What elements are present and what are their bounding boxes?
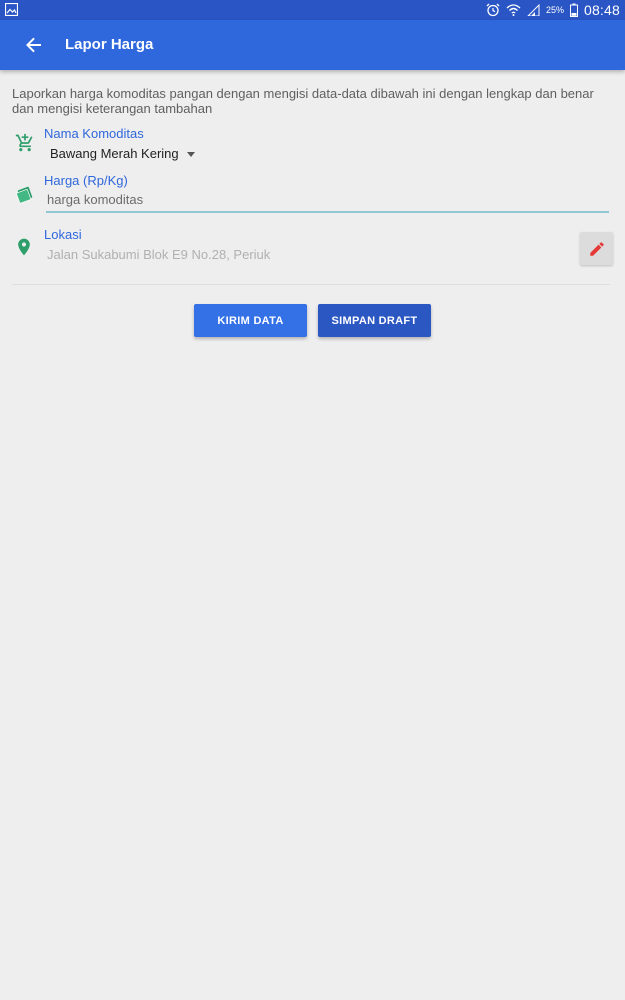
page-title: Lapor Harga [65, 36, 154, 53]
wifi-icon [506, 4, 521, 16]
clock: 08:48 [583, 2, 620, 18]
cart-add-icon [15, 133, 33, 152]
app-bar: Lapor Harga [0, 20, 625, 70]
location-pin-icon [18, 238, 30, 256]
save-draft-button[interactable]: SIMPAN DRAFT [318, 304, 431, 337]
battery-percent: 25% [545, 5, 564, 15]
alarm-icon [486, 3, 500, 17]
divider [12, 284, 610, 285]
commodity-label: Nama Komoditas [44, 126, 144, 141]
edit-location-button[interactable] [580, 232, 613, 265]
money-icon [16, 186, 33, 204]
status-icons: 25% 08:48 [486, 0, 620, 20]
commodity-dropdown[interactable]: Bawang Merah Kering [50, 146, 195, 161]
form-description: Laporkan harga komoditas pangan dengan m… [12, 86, 594, 116]
signal-icon [527, 4, 540, 16]
status-bar: 25% 08:48 [0, 0, 625, 20]
location-label: Lokasi [44, 227, 82, 242]
price-input[interactable] [46, 188, 609, 213]
gallery-icon [5, 3, 18, 16]
arrow-back-icon[interactable] [22, 33, 46, 57]
caret-down-icon [186, 151, 195, 157]
price-label: Harga (Rp/Kg) [44, 173, 128, 188]
send-data-button[interactable]: KIRIM DATA [194, 304, 307, 337]
battery-icon [569, 3, 578, 17]
commodity-selected-value: Bawang Merah Kering [50, 146, 179, 161]
pencil-icon [589, 241, 604, 256]
location-value: Jalan Sukabumi Blok E9 No.28, Periuk [47, 247, 271, 262]
